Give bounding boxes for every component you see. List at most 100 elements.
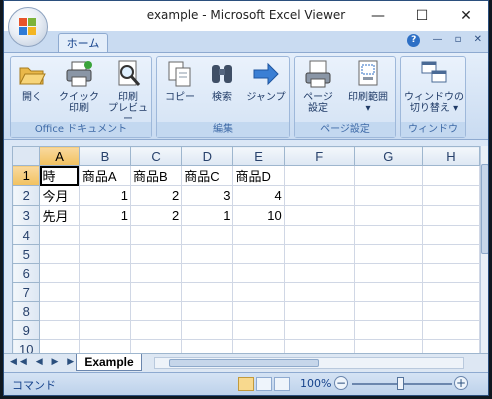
print-area-button[interactable]: 印刷範囲 ▾ xyxy=(341,59,395,114)
copy-button[interactable]: コピー xyxy=(161,59,199,103)
cell-c9[interactable] xyxy=(130,320,183,340)
row-header[interactable]: 4 xyxy=(12,225,41,245)
cell-c4[interactable] xyxy=(130,225,183,245)
row-header[interactable]: 9 xyxy=(12,320,41,340)
spreadsheet-grid[interactable]: A B C D E F G H 1 時商品A 商品B 商品C 商品D 2 今月 1 2 3 4 3 先月 1 2 1 10 4 5 6… xyxy=(12,146,480,353)
cell-h4[interactable] xyxy=(421,225,480,245)
cell-f1[interactable] xyxy=(283,165,355,186)
zoom-out-button[interactable]: − xyxy=(334,376,348,390)
page-setup-button[interactable]: ページ 設定 xyxy=(299,59,337,114)
cell-a7[interactable] xyxy=(39,282,80,302)
page-break-view-button[interactable] xyxy=(274,377,290,391)
cell-h7[interactable] xyxy=(421,282,480,302)
cell-d6[interactable] xyxy=(181,263,234,283)
ribbon-close-icon[interactable]: ✕ xyxy=(474,34,482,45)
cell-f10[interactable] xyxy=(283,339,355,353)
cell-b4[interactable] xyxy=(78,225,132,245)
cell-e6[interactable] xyxy=(232,263,285,283)
column-header-d[interactable]: D xyxy=(181,146,234,166)
cell-g5[interactable] xyxy=(353,244,423,264)
ribbon-minimize-icon[interactable]: — xyxy=(432,34,442,45)
cell-f2[interactable] xyxy=(283,185,355,206)
cell-d8[interactable] xyxy=(181,301,234,321)
cell-b10[interactable] xyxy=(78,339,132,353)
maximize-button[interactable]: ☐ xyxy=(400,1,444,31)
cell-b9[interactable] xyxy=(78,320,132,340)
horizontal-scrollbar[interactable] xyxy=(154,357,464,369)
cell-h10[interactable] xyxy=(421,339,480,353)
cell-g6[interactable] xyxy=(353,263,423,283)
cell-f4[interactable] xyxy=(283,225,355,245)
minimize-button[interactable]: — xyxy=(356,1,400,31)
row-header[interactable]: 7 xyxy=(12,282,41,302)
column-header-a[interactable]: A xyxy=(39,146,80,166)
cell-a1[interactable]: 時 xyxy=(39,165,80,186)
row-header[interactable]: 5 xyxy=(12,244,41,264)
column-header-b[interactable]: B xyxy=(78,146,132,166)
cell-g1[interactable] xyxy=(353,165,423,186)
quick-print-button[interactable]: クイック 印刷 xyxy=(57,59,101,114)
vertical-scroll-thumb[interactable] xyxy=(481,164,488,254)
page-layout-view-button[interactable] xyxy=(256,377,272,391)
zoom-slider-thumb[interactable] xyxy=(397,377,404,390)
row-header[interactable]: 10 xyxy=(12,339,41,353)
cell-f8[interactable] xyxy=(283,301,355,321)
cell-e10[interactable] xyxy=(232,339,285,353)
cell-f5[interactable] xyxy=(283,244,355,264)
cell-h8[interactable] xyxy=(421,301,480,321)
print-preview-button[interactable]: 印刷 プレビュー xyxy=(105,59,151,125)
column-header-c[interactable]: C xyxy=(130,146,183,166)
cell-c2[interactable]: 2 xyxy=(130,185,183,206)
cell-c3[interactable]: 2 xyxy=(130,205,183,226)
horizontal-scroll-thumb[interactable] xyxy=(169,359,319,367)
ribbon-restore-icon[interactable]: ▫ xyxy=(455,34,462,45)
cell-d3[interactable]: 1 xyxy=(181,205,234,226)
cell-a5[interactable] xyxy=(39,244,80,264)
column-header-g[interactable]: G xyxy=(353,146,423,166)
cell-e8[interactable] xyxy=(232,301,285,321)
cell-h6[interactable] xyxy=(421,263,480,283)
normal-view-button[interactable] xyxy=(238,377,254,391)
cell-f6[interactable] xyxy=(283,263,355,283)
cell-b5[interactable] xyxy=(78,244,132,264)
row-header[interactable]: 8 xyxy=(12,301,41,321)
cell-c10[interactable] xyxy=(130,339,183,353)
cell-f9[interactable] xyxy=(283,320,355,340)
cell-e3[interactable]: 10 xyxy=(232,205,285,226)
cell-h5[interactable] xyxy=(421,244,480,264)
cell-b2[interactable]: 1 xyxy=(78,185,132,206)
cell-a9[interactable] xyxy=(39,320,80,340)
zoom-level[interactable]: 100% xyxy=(300,377,331,390)
cell-a6[interactable] xyxy=(39,263,80,283)
cell-b3[interactable]: 1 xyxy=(78,205,132,226)
cell-a2[interactable]: 今月 xyxy=(39,185,80,206)
cell-d4[interactable] xyxy=(181,225,234,245)
cell-a4[interactable] xyxy=(39,225,80,245)
cell-d7[interactable] xyxy=(181,282,234,302)
cell-a3[interactable]: 先月 xyxy=(39,205,80,226)
tab-home[interactable]: ホーム xyxy=(58,33,108,52)
cell-h1[interactable] xyxy=(421,165,480,186)
cell-c8[interactable] xyxy=(130,301,183,321)
row-header[interactable]: 6 xyxy=(12,263,41,283)
open-button[interactable]: 開く xyxy=(15,59,49,103)
cell-e5[interactable] xyxy=(232,244,285,264)
cell-g2[interactable] xyxy=(353,185,423,206)
cell-g4[interactable] xyxy=(353,225,423,245)
cell-b1[interactable]: 商品A xyxy=(78,165,132,186)
column-header-f[interactable]: F xyxy=(283,146,355,166)
cell-e9[interactable] xyxy=(232,320,285,340)
find-button[interactable]: 検索 xyxy=(205,59,239,103)
cell-e2[interactable]: 4 xyxy=(232,185,285,206)
switch-windows-button[interactable]: ウィンドウの 切り替え ▾ xyxy=(403,59,465,114)
cell-f3[interactable] xyxy=(283,205,355,226)
select-all-corner[interactable] xyxy=(12,146,41,166)
cell-h9[interactable] xyxy=(421,320,480,340)
row-header[interactable]: 2 xyxy=(12,185,41,206)
go-to-button[interactable]: ジャンプ xyxy=(245,59,287,103)
cell-f7[interactable] xyxy=(283,282,355,302)
cell-b6[interactable] xyxy=(78,263,132,283)
cell-g7[interactable] xyxy=(353,282,423,302)
cell-c7[interactable] xyxy=(130,282,183,302)
cell-d9[interactable] xyxy=(181,320,234,340)
